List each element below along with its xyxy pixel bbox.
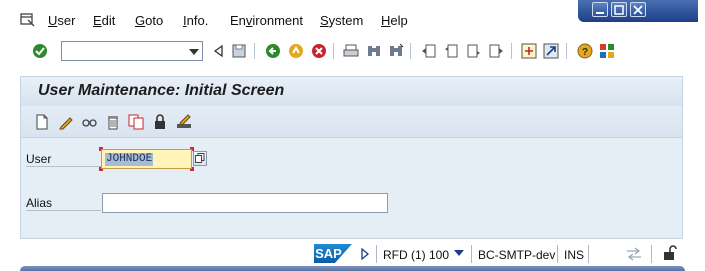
- focus-corner: [99, 147, 103, 151]
- menu-environment[interactable]: Environment: [230, 13, 303, 28]
- value-help-button[interactable]: [193, 151, 207, 166]
- status-separator: [588, 245, 589, 263]
- menu-user[interactable]: User: [48, 13, 75, 28]
- menu-mnemonic: U: [48, 13, 58, 28]
- focus-corner: [190, 167, 194, 171]
- connection-icon: [627, 247, 641, 261]
- shortcut-icon[interactable]: [543, 43, 559, 59]
- first-page-icon[interactable]: [421, 43, 437, 59]
- alias-label: Alias: [26, 196, 101, 211]
- menu-info[interactable]: Info.: [183, 13, 208, 28]
- lock-icon[interactable]: [152, 114, 168, 130]
- title-bar: User Maintenance: Initial Screen: [20, 76, 683, 106]
- svg-text:?: ?: [582, 47, 588, 58]
- alias-input[interactable]: [102, 193, 388, 213]
- save-icon[interactable]: [231, 43, 247, 59]
- application-toolbar: [20, 106, 683, 138]
- enter-check-icon[interactable]: [32, 43, 48, 59]
- menu-system[interactable]: System: [320, 13, 363, 28]
- status-separator: [557, 245, 558, 263]
- window-bottom-edge: [20, 266, 685, 271]
- value-help-icon: [195, 153, 205, 163]
- menu-mnemonic: E: [93, 13, 102, 28]
- menu-mnemonic: H: [381, 13, 391, 28]
- customize-layout-icon[interactable]: [599, 43, 615, 59]
- create-icon[interactable]: [34, 114, 50, 130]
- status-separator: [376, 245, 377, 263]
- sap-logo: SAP: [314, 244, 352, 263]
- maximize-icon: [614, 5, 624, 15]
- chevron-down-icon[interactable]: [454, 249, 464, 257]
- menu-bar: User Edit Goto Info. Environment System …: [0, 0, 705, 40]
- menu-mnemonic: G: [135, 13, 146, 28]
- menu-help[interactable]: Help: [381, 13, 408, 28]
- toolbar-separator: [333, 43, 334, 59]
- menu-mnemonic: v: [245, 13, 253, 28]
- host-info: BC-SMTP-dev: [478, 248, 556, 262]
- toolbar-separator: [566, 43, 567, 59]
- insert-mode[interactable]: INS: [564, 248, 584, 262]
- command-field[interactable]: [61, 41, 203, 61]
- copy-icon[interactable]: [128, 114, 144, 130]
- previous-page-icon[interactable]: [443, 43, 459, 59]
- user-input-value: JOHNDOE: [105, 153, 154, 166]
- help-icon[interactable]: ?: [577, 43, 593, 59]
- find-icon[interactable]: [366, 43, 382, 59]
- toolbar-separator: [511, 43, 512, 59]
- close-button[interactable]: [630, 2, 646, 17]
- menu-goto[interactable]: Goto: [135, 13, 163, 28]
- find-next-icon[interactable]: [388, 43, 404, 59]
- back-icon[interactable]: [211, 43, 227, 59]
- back-green-icon[interactable]: [265, 43, 281, 59]
- chevron-down-icon[interactable]: [189, 49, 199, 55]
- user-input[interactable]: JOHNDOE: [101, 149, 192, 169]
- toolbar-separator: [254, 43, 255, 59]
- window-controls: [578, 0, 698, 22]
- menu-mnemonic: I: [183, 13, 187, 28]
- status-separator: [651, 245, 652, 263]
- page-title: User Maintenance: Initial Screen: [38, 82, 285, 99]
- cancel-icon[interactable]: [311, 43, 327, 59]
- delete-icon[interactable]: [105, 114, 121, 130]
- status-expand-icon[interactable]: [360, 248, 370, 260]
- menu-window-icon[interactable]: [20, 13, 36, 27]
- standard-toolbar: ?: [0, 40, 705, 64]
- toolbar-separator: [410, 43, 411, 59]
- status-separator: [471, 245, 472, 263]
- menu-mnemonic: S: [320, 13, 329, 28]
- close-icon: [633, 5, 643, 15]
- lock-icon[interactable]: [661, 244, 679, 262]
- create-session-icon[interactable]: [521, 43, 537, 59]
- print-icon[interactable]: [343, 43, 359, 59]
- focus-corner: [99, 167, 103, 171]
- last-page-icon[interactable]: [488, 43, 504, 59]
- exit-icon[interactable]: [288, 43, 304, 59]
- maximize-button[interactable]: [611, 2, 627, 17]
- minimize-icon: [596, 12, 604, 14]
- system-info: RFD (1) 100: [383, 248, 450, 262]
- user-label: User: [26, 152, 101, 167]
- display-icon[interactable]: [81, 114, 97, 130]
- change-icon[interactable]: [58, 114, 74, 130]
- minimize-button[interactable]: [592, 2, 608, 17]
- next-page-icon[interactable]: [466, 43, 482, 59]
- menu-edit[interactable]: Edit: [93, 13, 115, 28]
- selection-screen: User JOHNDOE Alias: [20, 138, 683, 239]
- change-password-icon[interactable]: [176, 114, 192, 130]
